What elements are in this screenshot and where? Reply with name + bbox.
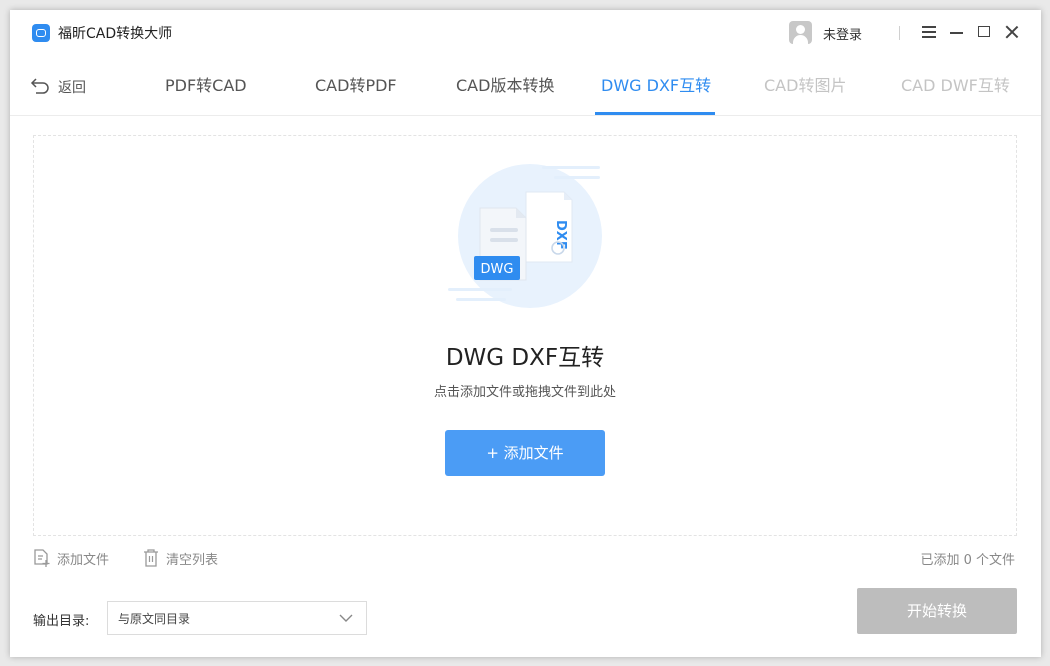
add-file-icon <box>34 549 50 567</box>
maximize-icon[interactable] <box>974 22 994 42</box>
output-dir-value: 与原文同目录 <box>118 612 191 626</box>
tab-cad-to-pdf[interactable]: CAD转PDF <box>315 72 397 96</box>
dwg-dxf-illustration-icon: DXF DWG <box>448 164 602 308</box>
tab-cad-version[interactable]: CAD版本转换 <box>456 72 554 96</box>
drop-zone-hint: 点击添加文件或拖拽文件到此处 <box>433 385 616 400</box>
add-file-button[interactable]: + 添加文件 <box>445 430 605 476</box>
app-title: 福昕CAD转换大师 <box>58 26 173 42</box>
active-tab-indicator <box>595 112 715 115</box>
back-label: 返回 <box>58 80 86 96</box>
file-drop-zone[interactable]: DXF DWG DWG DXF互转 点击添加文件或拖拽文件到此处 + 添加文件 <box>33 135 1017 536</box>
login-status[interactable]: 未登录 <box>823 24 862 43</box>
user-avatar-icon[interactable] <box>789 21 812 44</box>
menu-icon[interactable] <box>919 22 939 42</box>
tab-pdf-to-cad[interactable]: PDF转CAD <box>165 72 247 96</box>
tab-bar: 返回 PDF转CAD CAD转PDF CAD版本转换 DWG DXF互转 CAD… <box>10 54 1041 116</box>
toolbar-add-file-label: 添加文件 <box>57 553 110 568</box>
title-bar: 福昕CAD转换大师 未登录 <box>10 10 1041 54</box>
toolbar-clear-list-label: 清空列表 <box>166 553 219 568</box>
trash-icon <box>144 549 158 567</box>
output-dir-select[interactable]: 与原文同目录 <box>107 601 367 635</box>
title-separator <box>899 26 900 40</box>
back-arrow-icon <box>30 78 49 94</box>
output-dir-label: 输出目录: <box>33 614 90 629</box>
minimize-icon[interactable] <box>947 22 967 42</box>
chevron-down-icon <box>339 614 353 622</box>
dwg-label: DWG <box>481 262 514 277</box>
tab-cad-dwf[interactable]: CAD DWF互转 <box>901 72 1010 96</box>
app-window: 福昕CAD转换大师 未登录 返回 PDF转CAD CAD转PDF CAD版本转换… <box>10 10 1041 657</box>
file-count: 已添加 0 个文件 <box>920 553 1015 568</box>
drop-zone-title: DWG DXF互转 <box>445 345 605 371</box>
app-logo-icon <box>32 24 50 42</box>
start-convert-button[interactable]: 开始转换 <box>857 588 1017 634</box>
tab-dwg-dxf[interactable]: DWG DXF互转 <box>601 72 711 96</box>
dxf-label: DXF <box>553 220 568 250</box>
tab-cad-to-image[interactable]: CAD转图片 <box>764 72 846 96</box>
close-icon[interactable] <box>1002 22 1022 42</box>
